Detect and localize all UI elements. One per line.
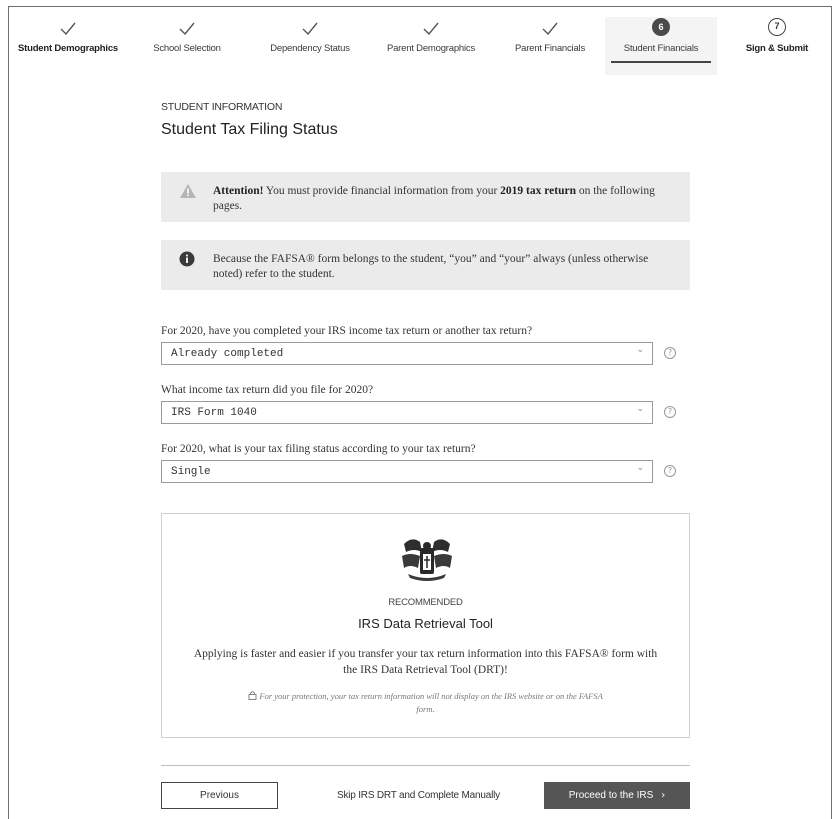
drt-privacy-note: For your protection, your tax return inf… — [242, 690, 609, 716]
section-label: STUDENT INFORMATION — [161, 101, 283, 113]
filing-status-select[interactable]: Single ⌄ — [161, 460, 653, 483]
step-label: Sign & Submit — [745, 43, 809, 54]
question-label-filing-status: For 2020, what is your tax filing status… — [161, 443, 476, 455]
attention-lead: Attention! — [213, 185, 264, 197]
attention-text-before: You must provide financial information f… — [263, 185, 501, 197]
step-parent-demographics[interactable]: Parent Demographics — [371, 17, 491, 75]
recommended-label: RECOMMENDED — [388, 597, 463, 608]
drt-note-text: For your protection, your tax return inf… — [259, 691, 603, 714]
step-student-financials[interactable]: 6 Student Financials — [605, 17, 717, 75]
select-value: IRS Form 1040 — [171, 407, 257, 419]
skip-drt-link[interactable]: Skip IRS DRT and Complete Manually — [337, 790, 500, 801]
checkmark-icon — [9, 20, 127, 42]
footer-divider — [161, 765, 690, 766]
checkmark-icon — [255, 20, 365, 42]
attention-text: Attention! You must provide financial in… — [213, 184, 676, 214]
step-sign-submit[interactable]: 7 Sign & Submit — [727, 17, 827, 75]
previous-button[interactable]: Previous — [161, 782, 278, 809]
filing-completed-select[interactable]: Already completed ⌄ — [161, 342, 653, 365]
select-value: Single — [171, 466, 211, 478]
step-label: Parent Financials — [515, 43, 585, 54]
info-text: Because the FAFSA® form belongs to the s… — [213, 253, 649, 280]
drt-description: Applying is faster and easier if you tra… — [193, 648, 658, 676]
return-type-select[interactable]: IRS Form 1040 ⌄ — [161, 401, 653, 424]
chevron-down-icon: ⌄ — [636, 463, 644, 473]
checkmark-icon — [497, 20, 603, 42]
help-icon[interactable]: ? — [664, 347, 676, 359]
step-label: School Selection — [153, 43, 221, 54]
page-title: Student Tax Filing Status — [161, 121, 338, 138]
step-label: Parent Demographics — [386, 43, 476, 54]
attention-emphasis: 2019 tax return — [500, 185, 576, 197]
help-icon[interactable]: ? — [664, 465, 676, 477]
step-label: Dependency Status — [270, 43, 350, 54]
current-step-indicator — [611, 61, 711, 63]
step-student-demographics[interactable]: Student Demographics — [9, 17, 127, 75]
help-icon[interactable]: ? — [664, 406, 676, 418]
proceed-to-irs-button[interactable]: Proceed to the IRS › — [544, 782, 690, 809]
step-dependency-status[interactable]: Dependency Status — [255, 17, 365, 75]
chevron-down-icon: ⌄ — [636, 345, 644, 355]
step-label: Student Financials — [623, 43, 699, 54]
fafsa-form-window: Student Demographics School Selection De… — [8, 6, 832, 819]
question-label-return-type: What income tax return did you file for … — [161, 384, 374, 396]
step-label: Student Demographics — [18, 43, 118, 54]
attention-callout: Attention! You must provide financial in… — [161, 172, 690, 222]
step-number-badge: 7 — [768, 18, 786, 36]
checkmark-icon — [371, 20, 491, 42]
select-value: Already completed — [171, 348, 284, 360]
irs-eagle-logo — [398, 534, 456, 589]
info-callout: Because the FAFSA® form belongs to the s… — [161, 240, 690, 290]
step-number-badge: 6 — [652, 18, 670, 36]
drt-title: IRS Data Retrieval Tool — [358, 616, 493, 631]
checkmark-icon — [137, 20, 237, 42]
irs-drt-panel: RECOMMENDED IRS Data Retrieval Tool Appl… — [161, 513, 690, 738]
proceed-label: Proceed to the IRS — [568, 790, 654, 801]
warning-triangle-icon — [179, 183, 197, 204]
question-label-filing-completed: For 2020, have you completed your IRS in… — [161, 325, 533, 337]
lock-icon — [248, 691, 259, 701]
progress-stepper: Student Demographics School Selection De… — [9, 17, 831, 77]
chevron-right-icon: › — [661, 790, 666, 801]
chevron-down-icon: ⌄ — [636, 404, 644, 414]
step-parent-financials[interactable]: Parent Financials — [497, 17, 603, 75]
step-school-selection[interactable]: School Selection — [137, 17, 237, 75]
info-circle-icon — [179, 251, 195, 272]
